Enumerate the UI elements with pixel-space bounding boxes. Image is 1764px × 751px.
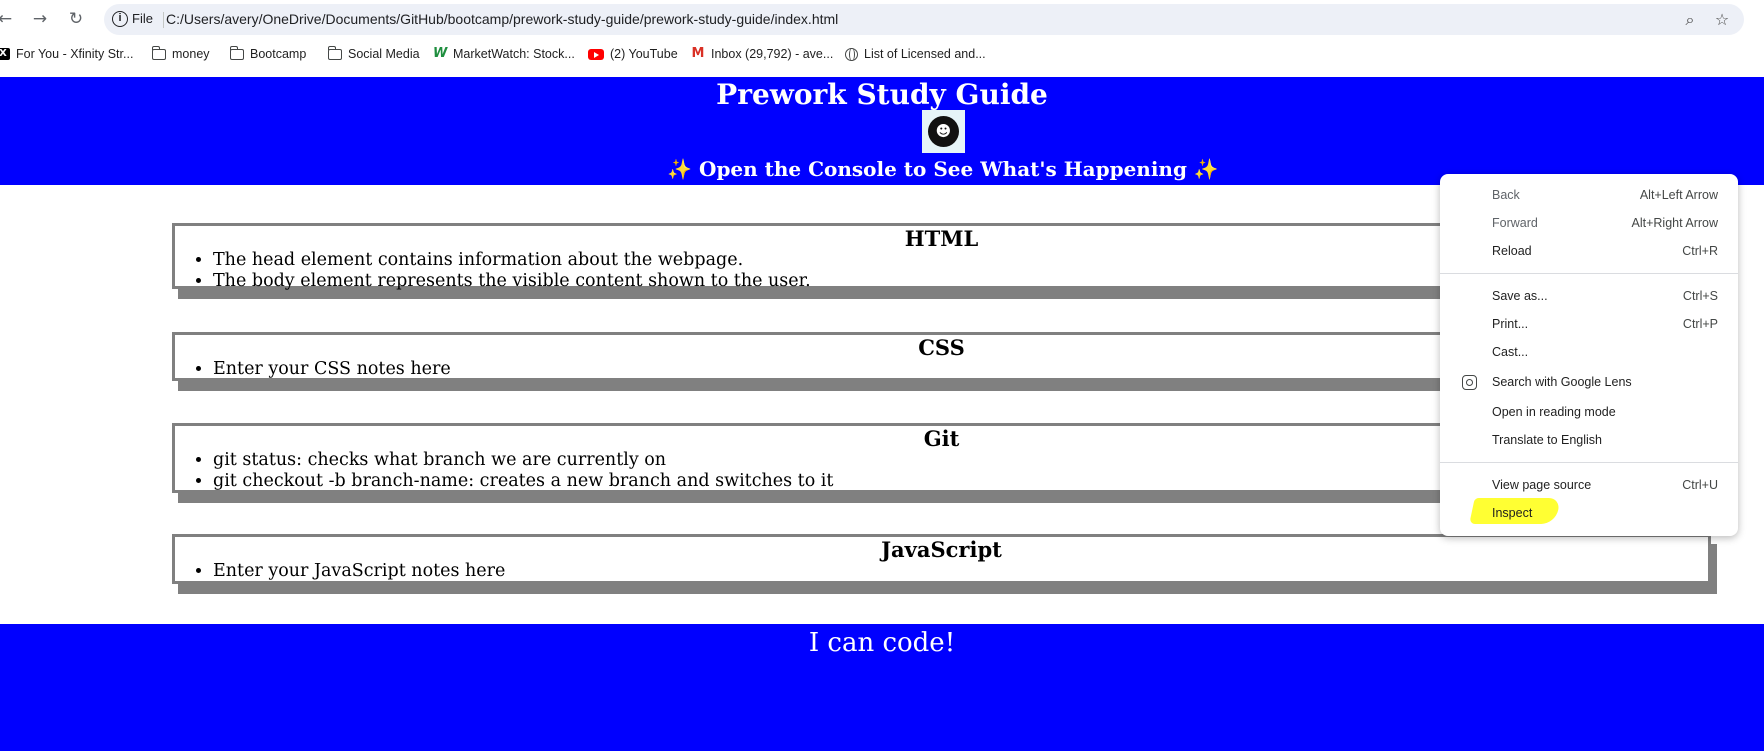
menu-item-label: View page source: [1492, 478, 1592, 492]
bookmark-marketwatch[interactable]: W MarketWatch: Stock...: [433, 47, 575, 61]
menu-item-shortcut: Ctrl+P: [1682, 317, 1718, 331]
site-info-icon[interactable]: i: [112, 11, 128, 27]
bookmarks-bar: X For You - Xfinity Str... money Bootcam…: [0, 38, 1764, 72]
bookmark-xfinity[interactable]: X For You - Xfinity Str...: [0, 47, 133, 61]
menu-item-label: Reload: [1492, 244, 1532, 258]
address-divider: [163, 12, 164, 28]
menu-item-reading-mode[interactable]: Open in reading mode: [1440, 401, 1738, 425]
menu-divider: [1440, 462, 1738, 463]
section-title: JavaScript: [881, 537, 1002, 562]
folder-icon: [230, 45, 244, 60]
bookmark-licensed-list[interactable]: List of Licensed and...: [845, 47, 986, 61]
menu-item-translate[interactable]: Translate to English: [1440, 429, 1738, 453]
bookmark-folder-bootcamp[interactable]: Bootcamp: [230, 45, 307, 61]
back-arrow-icon[interactable]: ←: [0, 8, 16, 30]
bookmark-gmail[interactable]: M Inbox (29,792) - ave...: [691, 46, 834, 61]
bookmark-label: For You - Xfinity Str...: [16, 47, 134, 61]
bookmark-label: List of Licensed and...: [864, 47, 986, 61]
menu-item-label: Forward: [1492, 216, 1538, 230]
bookmark-youtube[interactable]: (2) YouTube: [588, 47, 678, 61]
youtube-icon: [588, 48, 604, 60]
forward-arrow-icon[interactable]: →: [29, 8, 51, 30]
footer-text: I can code!: [808, 628, 956, 658]
page-header: Prework Study Guide ☻ ✨ Open the Console…: [0, 77, 1764, 185]
bookmark-folder-money[interactable]: money: [152, 45, 210, 61]
github-octocat-icon: ☻: [928, 116, 959, 147]
menu-item-shortcut: Ctrl+U: [1682, 478, 1718, 492]
folder-icon: [328, 45, 342, 60]
menu-item-cast[interactable]: Cast...: [1440, 341, 1738, 365]
bookmark-label: Inbox (29,792) - ave...: [711, 47, 834, 61]
menu-item-label: Open in reading mode: [1492, 405, 1616, 419]
address-bar[interactable]: i File C:/Users/avery/OneDrive/Documents…: [104, 4, 1744, 35]
list-item: Enter your JavaScript notes here: [213, 561, 1708, 582]
context-menu: Back Alt+Left Arrow Forward Alt+Right Ar…: [1440, 174, 1738, 536]
browser-toolbar: ← → ↻ i File C:/Users/avery/OneDrive/Doc…: [0, 0, 1764, 38]
menu-item-label: Back: [1492, 188, 1520, 202]
menu-item-search-google-lens[interactable]: Search with Google Lens: [1440, 371, 1738, 395]
zoom-icon[interactable]: ⌕: [1680, 10, 1700, 30]
menu-item-shortcut: Alt+Left Arrow: [1639, 188, 1718, 202]
google-lens-icon: [1462, 375, 1477, 390]
reload-icon[interactable]: ↻: [65, 8, 87, 30]
section-list: Enter your JavaScript notes here: [213, 561, 1708, 582]
menu-item-reload[interactable]: Reload Ctrl+R: [1440, 240, 1738, 264]
menu-item-label: Search with Google Lens: [1492, 375, 1632, 389]
menu-item-back[interactable]: Back Alt+Left Arrow: [1440, 184, 1738, 208]
menu-item-label: Cast...: [1492, 345, 1529, 359]
menu-item-shortcut: Ctrl+R: [1682, 244, 1718, 258]
menu-item-forward[interactable]: Forward Alt+Right Arrow: [1440, 212, 1738, 236]
bookmark-star-icon[interactable]: ☆: [1712, 10, 1732, 30]
x-icon: X: [0, 48, 10, 60]
logo-image: ☻: [922, 110, 965, 153]
menu-item-label: Save as...: [1492, 289, 1548, 303]
bookmark-label: Social Media: [348, 47, 420, 61]
bookmark-label: Bootcamp: [250, 47, 307, 61]
menu-item-save-as[interactable]: Save as... Ctrl+S: [1440, 285, 1738, 309]
menu-item-shortcut: Alt+Right Arrow: [1631, 216, 1719, 230]
globe-icon: [845, 47, 858, 61]
page-footer: I can code!: [0, 624, 1764, 751]
bookmark-label: money: [172, 47, 210, 61]
menu-item-print[interactable]: Print... Ctrl+P: [1440, 313, 1738, 337]
bookmark-label: (2) YouTube: [610, 47, 678, 61]
section-card-javascript: JavaScript Enter your JavaScript notes h…: [172, 534, 1711, 584]
menu-item-inspect[interactable]: Inspect: [1440, 502, 1738, 526]
bookmark-label: MarketWatch: Stock...: [453, 47, 575, 61]
file-label: File: [132, 11, 153, 26]
marketwatch-icon: W: [433, 46, 448, 61]
page-title: Prework Study Guide: [716, 78, 1048, 111]
menu-item-label: Print...: [1492, 317, 1529, 331]
menu-divider: [1440, 273, 1738, 274]
menu-item-label: Translate to English: [1492, 433, 1603, 447]
menu-item-shortcut: Ctrl+S: [1682, 289, 1718, 303]
menu-item-label: Inspect: [1492, 506, 1533, 520]
menu-item-view-source[interactable]: View page source Ctrl+U: [1440, 474, 1738, 498]
bookmark-folder-social-media[interactable]: Social Media: [328, 45, 420, 61]
gmail-icon: M: [691, 46, 705, 61]
url-text[interactable]: C:/Users/avery/OneDrive/Documents/GitHub…: [166, 11, 838, 27]
folder-icon: [152, 45, 166, 60]
